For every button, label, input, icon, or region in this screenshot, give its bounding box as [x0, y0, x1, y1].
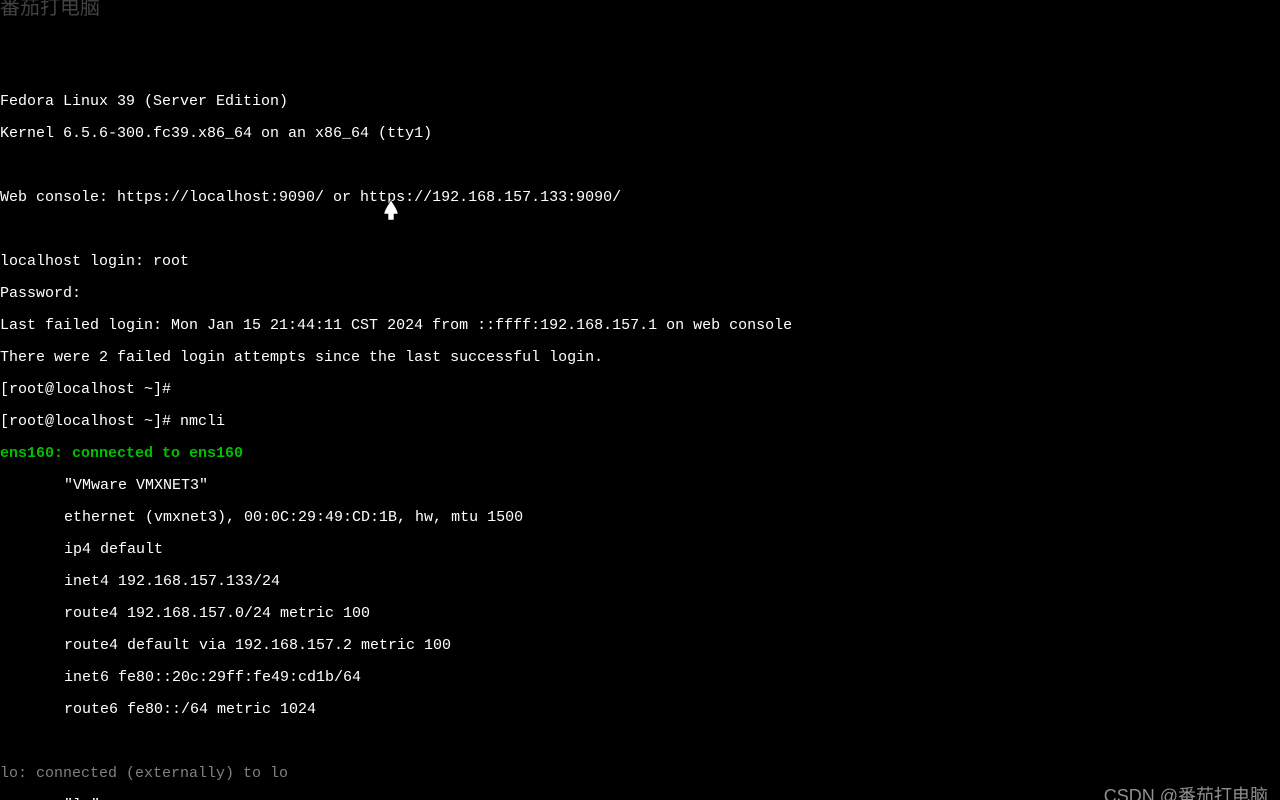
failed-attempts: There were 2 failed login attempts since…	[0, 350, 1280, 366]
nmcli-ens160-line: route4 default via 192.168.157.2 metric …	[0, 638, 451, 654]
last-failed-login: Last failed login: Mon Jan 15 21:44:11 C…	[0, 318, 1280, 334]
password-prompt: Password:	[0, 286, 1280, 302]
nmcli-ens160-line: route4 192.168.157.0/24 metric 100	[0, 606, 370, 622]
watermark-top: 番茄打电脑	[0, 0, 100, 16]
nmcli-ens160-header: ens160: connected to ens160	[0, 446, 1280, 462]
shell-prompt-1: [root@localhost ~]#	[0, 382, 1280, 398]
terminal-screen[interactable]: 番茄打电脑 Fedora Linux 39 (Server Edition) K…	[0, 0, 1280, 800]
nmcli-ens160-line: route6 fe80::/64 metric 1024	[0, 702, 316, 718]
banner-os: Fedora Linux 39 (Server Edition)	[0, 94, 1280, 110]
web-console-line: Web console: https://localhost:9090/ or …	[0, 190, 1280, 206]
nmcli-ens160-line: "VMware VMXNET3"	[0, 478, 208, 494]
login-prompt: localhost login: root	[0, 254, 1280, 270]
nmcli-lo-header: lo: connected (externally) to lo	[0, 766, 1280, 782]
nmcli-ens160-line: inet6 fe80::20c:29ff:fe49:cd1b/64	[0, 670, 361, 686]
terminal-output: Fedora Linux 39 (Server Edition) Kernel …	[0, 78, 1280, 800]
nmcli-ens160-line: ip4 default	[0, 542, 163, 558]
shell-prompt-nmcli: [root@localhost ~]# nmcli	[0, 414, 1280, 430]
nmcli-ens160-line: ethernet (vmxnet3), 00:0C:29:49:CD:1B, h…	[0, 510, 523, 526]
nmcli-ens160-line: inet4 192.168.157.133/24	[0, 574, 280, 590]
banner-kernel: Kernel 6.5.6-300.fc39.x86_64 on an x86_6…	[0, 126, 1280, 142]
